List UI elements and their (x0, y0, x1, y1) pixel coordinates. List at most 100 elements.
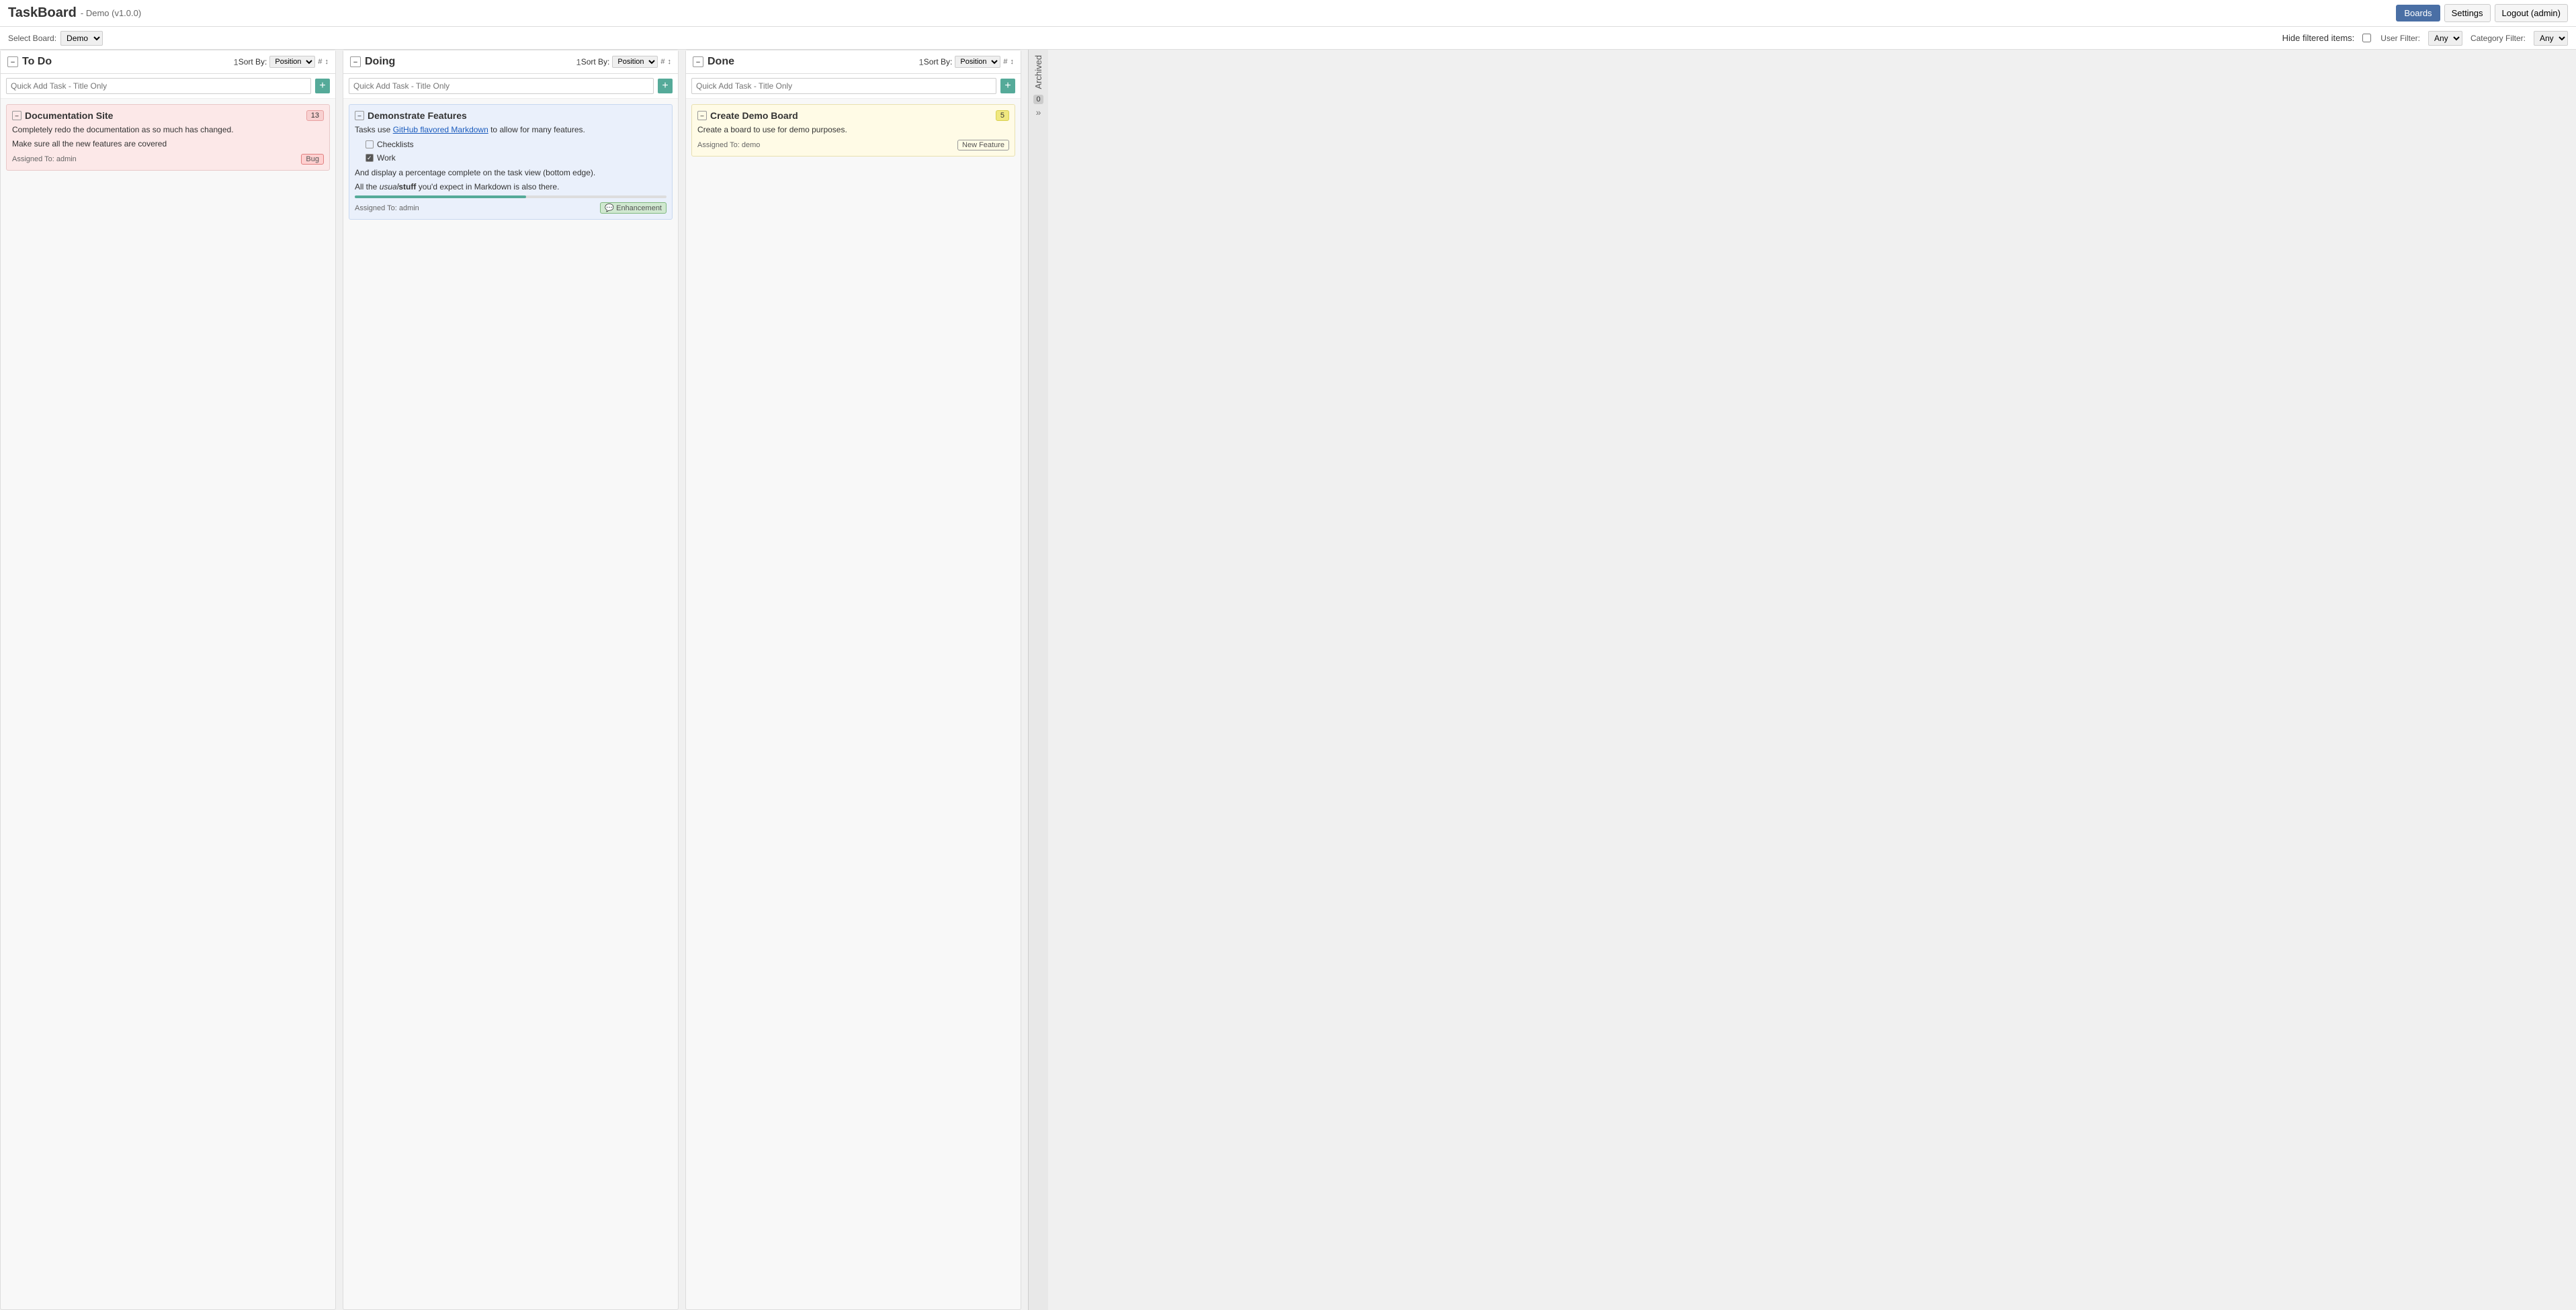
todo-cards: – Documentation Site 13 Completely redo … (1, 99, 335, 1309)
card-create-demo-board-footer: Assigned To: demo New Feature (697, 140, 1009, 150)
done-collapse-btn[interactable]: – (693, 56, 703, 67)
doing-count: 1 (576, 57, 581, 67)
card-demo-features-header: – Demonstrate Features (355, 110, 667, 121)
todo-sort-select[interactable]: Position (269, 56, 315, 68)
todo-quick-add-button[interactable]: + (315, 79, 330, 93)
done-title: Done (707, 56, 914, 68)
category-filter-label: Category Filter: (2471, 34, 2526, 43)
card-demo-features-progress-bar (355, 195, 667, 198)
header-right: Boards Settings Logout (admin) (2396, 4, 2568, 22)
card-demo-features-collapse[interactable]: – (355, 111, 364, 120)
doing-sort-asc-icon[interactable]: # (660, 58, 664, 66)
progress-bar-fill (355, 195, 526, 198)
hide-filtered-label: Hide filtered items: (2282, 33, 2355, 43)
checklist-label-work: Work (377, 152, 396, 164)
doing-sort-label: Sort By: (581, 57, 610, 67)
done-sort-asc-icon[interactable]: # (1003, 58, 1007, 66)
column-done-header: – Done 1 Sort By: Position # ↕ (686, 50, 1021, 74)
user-filter-select[interactable]: Any (2428, 31, 2462, 46)
card-doc-site-assigned: Assigned To: admin (12, 155, 77, 163)
card-create-demo-board-tag: New Feature (957, 140, 1009, 150)
archived-label[interactable]: Archived (1033, 55, 1043, 89)
done-sort-select[interactable]: Position (955, 56, 1000, 68)
bold-stuff: stuff (398, 182, 416, 191)
card-demo-features-assigned: Assigned To: admin (355, 204, 419, 212)
card-doc-site-title: Documentation Site (25, 110, 306, 121)
checkbox-empty-icon (366, 140, 374, 148)
todo-quick-add-input[interactable] (6, 78, 311, 94)
card-doc-site-line1: Completely redo the documentation as so … (12, 124, 324, 136)
todo-collapse-btn[interactable]: – (7, 56, 18, 67)
todo-count: 1 (233, 57, 238, 67)
board-select[interactable]: Demo (60, 31, 103, 46)
todo-title: To Do (22, 56, 229, 68)
card-doc-site-collapse[interactable]: – (12, 111, 22, 120)
card-demo-features-intro: Tasks use GitHub flavored Markdown to al… (355, 124, 667, 136)
doing-title: Doing (365, 56, 572, 68)
app-header: TaskBoard - Demo (v1.0.0) Boards Setting… (0, 0, 2576, 27)
card-demo-features-extra1: And display a percentage complete on the… (355, 167, 667, 179)
settings-button[interactable]: Settings (2444, 4, 2491, 22)
card-doc-site-footer: Assigned To: admin Bug (12, 154, 324, 165)
card-create-demo-board-collapse[interactable]: – (697, 111, 707, 120)
github-markdown-link[interactable]: GitHub flavored Markdown (393, 125, 488, 134)
doing-cards: – Demonstrate Features Tasks use GitHub … (343, 99, 678, 1309)
card-demo-features-title: Demonstrate Features (368, 110, 667, 121)
done-quick-add-row: + (686, 74, 1021, 99)
card-create-demo-board: – Create Demo Board 5 Create a board to … (691, 104, 1015, 157)
card-create-demo-board-badge: 5 (996, 110, 1009, 121)
italic-usual: usual (380, 182, 399, 191)
column-todo-header: – To Do 1 Sort By: Position # ↕ (1, 50, 335, 74)
checklist-item-work: Work (366, 152, 667, 164)
doing-sort-desc-icon[interactable]: ↕ (668, 58, 672, 66)
logout-button[interactable]: Logout (admin) (2495, 4, 2568, 22)
done-count: 1 (918, 57, 923, 67)
archived-expand-icon[interactable]: » (1036, 107, 1041, 118)
hide-filtered-checkbox[interactable] (2362, 34, 2371, 42)
done-sort: Sort By: Position # ↕ (924, 56, 1014, 68)
category-filter-select[interactable]: Any (2534, 31, 2568, 46)
column-doing: – Doing 1 Sort By: Position # ↕ + – Demo… (343, 50, 679, 1310)
header-left: TaskBoard - Demo (v1.0.0) (8, 5, 141, 21)
card-demo-features-footer: Assigned To: admin 💬 Enhancement (355, 202, 667, 214)
app-title: TaskBoard (8, 5, 77, 21)
todo-sort-label: Sort By: (239, 57, 267, 67)
card-create-demo-board-header: – Create Demo Board 5 (697, 110, 1009, 121)
card-doc-site-body: Completely redo the documentation as so … (12, 124, 324, 150)
card-doc-site-line2: Make sure all the new features are cover… (12, 138, 324, 150)
doing-quick-add-button[interactable]: + (658, 79, 673, 93)
column-todo: – To Do 1 Sort By: Position # ↕ + – Docu… (0, 50, 336, 1310)
checklist-item-checklists: Checklists (366, 138, 667, 150)
board-area: – To Do 1 Sort By: Position # ↕ + – Docu… (0, 50, 2576, 1310)
done-sort-desc-icon[interactable]: ↕ (1011, 58, 1015, 66)
card-demo-features: – Demonstrate Features Tasks use GitHub … (349, 104, 673, 220)
app-subtitle: - Demo (v1.0.0) (81, 8, 141, 18)
card-create-demo-board-assigned: Assigned To: demo (697, 141, 760, 149)
checkbox-checked-icon (366, 154, 374, 162)
card-doc-site: – Documentation Site 13 Completely redo … (6, 104, 330, 171)
doing-quick-add-input[interactable] (349, 78, 654, 94)
doing-quick-add-row: + (343, 74, 678, 99)
doing-sort: Sort By: Position # ↕ (581, 56, 671, 68)
boards-button[interactable]: Boards (2396, 5, 2440, 21)
todo-sort: Sort By: Position # ↕ (239, 56, 329, 68)
card-demo-features-extra2: All the usualstuff you'd expect in Markd… (355, 181, 667, 193)
checklist-label-checklists: Checklists (377, 138, 414, 150)
toolbar-left: Select Board: Demo (8, 31, 103, 46)
todo-sort-desc-icon[interactable]: ↕ (325, 58, 329, 66)
todo-quick-add-row: + (1, 74, 335, 99)
done-cards: – Create Demo Board 5 Create a board to … (686, 99, 1021, 1309)
card-create-demo-board-line1: Create a board to use for demo purposes. (697, 124, 1009, 136)
card-doc-site-header: – Documentation Site 13 (12, 110, 324, 121)
column-done: – Done 1 Sort By: Position # ↕ + – Creat… (685, 50, 1021, 1310)
doing-sort-select[interactable]: Position (612, 56, 658, 68)
card-create-demo-board-body: Create a board to use for demo purposes. (697, 124, 1009, 136)
doing-collapse-btn[interactable]: – (350, 56, 361, 67)
done-quick-add-button[interactable]: + (1000, 79, 1015, 93)
enhancement-icon: 💬 (605, 204, 614, 212)
todo-sort-asc-icon[interactable]: # (318, 58, 322, 66)
done-quick-add-input[interactable] (691, 78, 996, 94)
card-create-demo-board-title: Create Demo Board (710, 110, 996, 121)
column-doing-header: – Doing 1 Sort By: Position # ↕ (343, 50, 678, 74)
done-sort-label: Sort By: (924, 57, 953, 67)
